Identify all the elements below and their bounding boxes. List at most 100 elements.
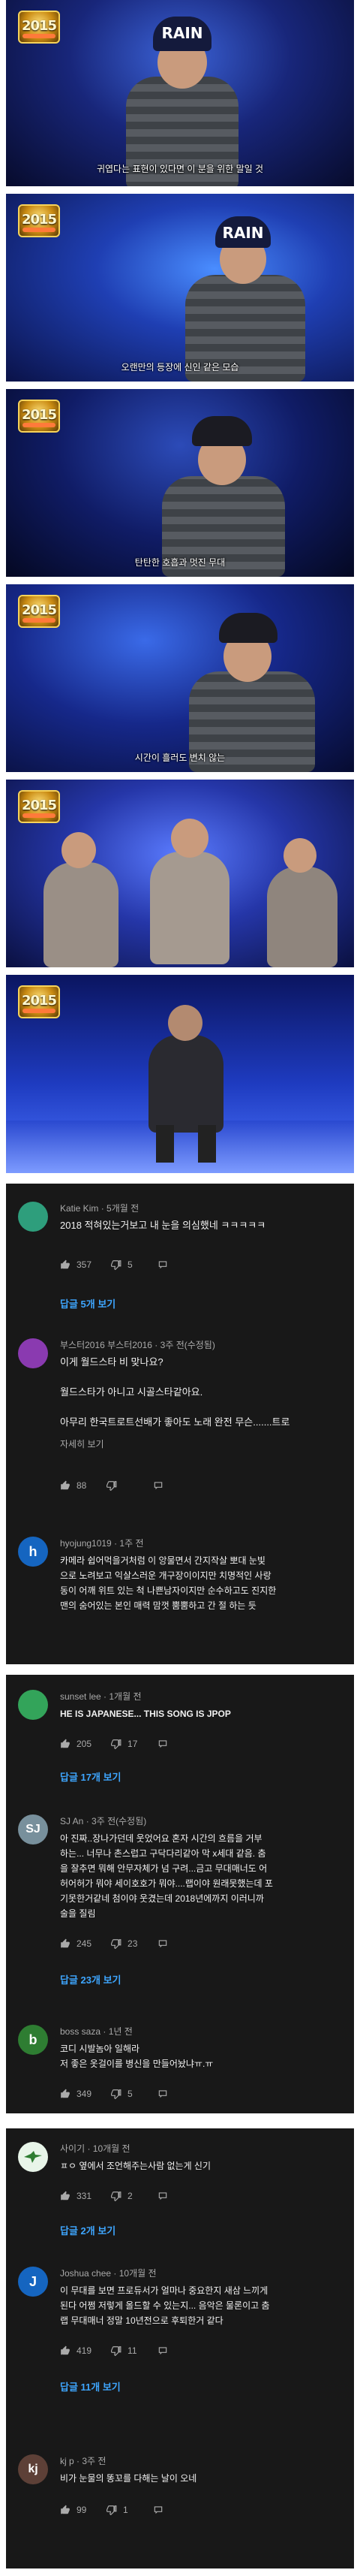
like-count: 419 xyxy=(76,2345,92,2356)
reply-icon[interactable] xyxy=(153,2505,164,2515)
comment-time: 1개월 전 xyxy=(109,1691,142,1702)
thumbs-up-icon[interactable] xyxy=(60,2505,70,2515)
view-replies-link[interactable]: 답글 2개 보기 xyxy=(60,2223,116,2237)
thumbs-down-icon[interactable] xyxy=(111,1739,122,1749)
like-count: 349 xyxy=(76,2089,92,2099)
like-count: 331 xyxy=(76,2191,92,2201)
video-frame-5: 2015 xyxy=(6,780,354,967)
video-subtitle: 탄탄한 호흡과 멋진 무대 xyxy=(134,557,226,568)
comment-text: 코디 시발놈아 일해라 저 좋은 옷걸이를 병신을 만들어놨냐ㅠ.ㅠ xyxy=(60,2044,214,2069)
reply-count: 5 xyxy=(128,2089,133,2099)
comment-text: 이 무대를 보면 프로듀서가 얼마나 중요한지 새삼 느끼게 된다 어쩜 저렇게… xyxy=(60,2285,270,2326)
author-name[interactable]: SJ An xyxy=(60,1816,83,1826)
reply-icon[interactable] xyxy=(153,1480,164,1491)
comment-meta: 사이기 · 10개월 전 xyxy=(60,2143,130,2154)
view-replies-link[interactable]: 답글 23개 보기 xyxy=(60,1972,121,1986)
comment: SJ SJ An · 3주 전(수정됨) 아 진짜..장나가던데 웃었어요 혼자… xyxy=(6,1802,354,2013)
avatar[interactable] xyxy=(18,1202,48,1232)
comment-meta: kj p · 3주 전 xyxy=(60,2456,106,2466)
reply-count: 1 xyxy=(123,2505,128,2515)
video-frame-4: 2015 시간이 흘러도 변치 않는 xyxy=(6,584,354,772)
reply-icon[interactable] xyxy=(158,2089,168,2099)
avatar[interactable] xyxy=(18,2142,48,2172)
thumbs-up-icon[interactable] xyxy=(60,2191,70,2201)
comment-meta: sunset lee · 1개월 전 xyxy=(60,1691,142,1702)
thumbs-up-icon[interactable] xyxy=(60,1938,70,1949)
video-frame-2: RAIN 2015 오랜만의 등장에 신인 같은 모습 xyxy=(6,194,354,382)
comment-text: 카메라 쉽어먹을거처럼 이 앙물면서 간지작살 뽀대 눈빛 으로 노려보고 익살… xyxy=(60,1555,277,1611)
comment: J Joshua chee · 10개월 전 이 무대를 보면 프로듀서가 얼마… xyxy=(6,2255,354,2442)
video-frame-3: 2015 탄탄한 호흡과 멋진 무대 xyxy=(6,389,354,577)
avatar[interactable]: b xyxy=(18,2025,48,2055)
avatar[interactable]: SJ xyxy=(18,1814,48,1845)
avatar[interactable]: kj xyxy=(18,2454,48,2484)
comment-actions: 331 2 xyxy=(60,2188,174,2203)
comment-actions: 357 5 xyxy=(60,1257,174,1272)
author-name[interactable]: Katie Kim xyxy=(60,1203,98,1214)
comment-meta: 부스터2016 부스터2016 · 3주 전(수정됨) xyxy=(60,1340,215,1350)
reply-icon[interactable] xyxy=(158,2345,168,2356)
section-divider xyxy=(6,2113,354,2128)
video-frame-6: 2015 xyxy=(6,975,354,1173)
comment-time: 1년 전 xyxy=(108,2026,133,2037)
thumbs-down-icon[interactable] xyxy=(111,1259,122,1270)
reply-icon[interactable] xyxy=(158,1259,168,1270)
comment-time: 1주 전 xyxy=(119,1538,144,1549)
reply-icon[interactable] xyxy=(158,1739,168,1749)
show-logo: 2015 xyxy=(18,985,60,1018)
thumbs-down-icon[interactable] xyxy=(106,1480,117,1491)
author-name[interactable]: hyojung1019 xyxy=(60,1538,112,1549)
reply-icon[interactable] xyxy=(158,2191,168,2201)
comment-time: 5개월 전 xyxy=(106,1203,140,1214)
view-replies-link[interactable]: 답글 17개 보기 xyxy=(60,1769,121,1784)
comments-panel-2: sunset lee · 1개월 전 HE IS JAPANESE... THI… xyxy=(6,1675,354,2113)
comment: kj kj p · 3주 전 비가 눈물의 똥꼬를 다해는 날이 오네 99 1 xyxy=(6,2442,354,2568)
comment-meta: SJ An · 3주 전(수정됨) xyxy=(60,1816,147,1826)
comment-text: 비가 눈물의 똥꼬를 다해는 날이 오네 xyxy=(60,2473,197,2484)
comment-actions: 419 11 xyxy=(60,2343,174,2358)
comment-actions: 99 1 xyxy=(60,2502,170,2517)
comment-text: 이게 월드스타 비 맞나요? 월드스타가 아니고 시골스타같아요. 아무리 한국… xyxy=(60,1356,290,1428)
avatar[interactable] xyxy=(18,1690,48,1720)
thumbs-up-icon[interactable] xyxy=(60,1480,70,1491)
comment: 사이기 · 10개월 전 ㅍㅇ 옆에서 조언해주는사람 없는게 신기 331 2… xyxy=(6,2128,354,2255)
thumbs-down-icon[interactable] xyxy=(111,2191,122,2201)
author-name[interactable]: 부스터2016 부스터2016 xyxy=(60,1340,152,1350)
thumbs-down-icon[interactable] xyxy=(111,2089,122,2099)
comment: Katie Kim · 5개월 전 2018 적혀있는거보고 내 눈을 의심했네… xyxy=(6,1184,354,1326)
thumbs-down-icon[interactable] xyxy=(106,2505,117,2515)
comment-text: ㅍㅇ 옆에서 조언해주는사람 없는게 신기 xyxy=(60,2161,212,2171)
author-name[interactable]: boss saza xyxy=(60,2026,100,2037)
author-name[interactable]: sunset lee xyxy=(60,1691,101,1702)
author-name[interactable]: 사이기 xyxy=(60,2143,85,2154)
comment-text: HE IS JAPANESE... THIS SONG IS JPOP xyxy=(60,1709,231,1719)
avatar[interactable]: J xyxy=(18,2267,48,2297)
view-replies-link[interactable]: 답글 11개 보기 xyxy=(60,2379,121,2394)
comment-actions: 88 xyxy=(60,1478,170,1493)
like-count: 205 xyxy=(76,1739,92,1749)
comment-meta: boss saza · 1년 전 xyxy=(60,2026,133,2037)
comments-panel-1: Katie Kim · 5개월 전 2018 적혀있는거보고 내 눈을 의심했네… xyxy=(6,1184,354,1664)
show-logo: 2015 xyxy=(18,790,60,823)
show-logo: 2015 xyxy=(18,11,60,44)
comment-text: 2018 적혀있는거보고 내 눈을 의심했네 ㅋㅋㅋㅋㅋ xyxy=(60,1220,266,1231)
thumbs-up-icon[interactable] xyxy=(60,2345,70,2356)
video-subtitle: 시간이 흘러도 변치 않는 xyxy=(134,753,226,763)
avatar[interactable]: h xyxy=(18,1537,48,1567)
avatar[interactable] xyxy=(18,1338,48,1368)
author-name[interactable]: Joshua chee xyxy=(60,2268,111,2279)
thumbs-up-icon[interactable] xyxy=(60,1259,70,1270)
show-logo: 2015 xyxy=(18,204,60,237)
view-replies-link[interactable]: 답글 5개 보기 xyxy=(60,1296,116,1311)
show-logo: 2015 xyxy=(18,400,60,433)
thumbs-down-icon[interactable] xyxy=(111,1938,122,1949)
video-subtitle: 오랜만의 등장에 신인 같은 모습 xyxy=(121,362,239,373)
thumbs-up-icon[interactable] xyxy=(60,1739,70,1749)
thumbs-up-icon[interactable] xyxy=(60,2089,70,2099)
bird-icon xyxy=(24,2151,42,2163)
author-name[interactable]: kj p xyxy=(60,2456,74,2466)
reply-icon[interactable] xyxy=(158,1938,168,1949)
thumbs-down-icon[interactable] xyxy=(111,2345,122,2356)
read-more-link[interactable]: 자세히 보기 xyxy=(60,1437,104,1450)
reply-count: 11 xyxy=(128,2345,137,2356)
